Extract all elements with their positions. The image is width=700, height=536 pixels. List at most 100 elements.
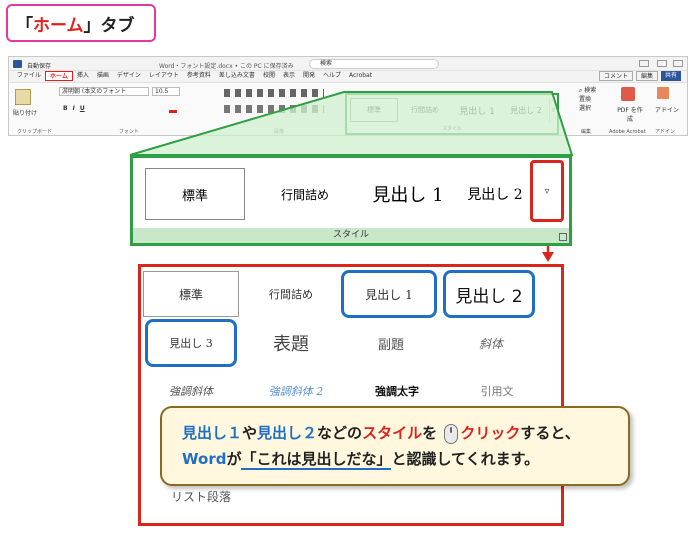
word-ribbon: 自動保存 Word・フォント設定.docx • この PC に保存済み 検索 フ… [8, 56, 688, 136]
gallery-quote[interactable]: 引用文 [447, 371, 547, 411]
open-quote: 「 [16, 15, 33, 36]
create-pdf-button[interactable]: PDF を作成 [615, 105, 645, 123]
find-button[interactable]: 検索 [584, 87, 596, 94]
close-icon[interactable] [673, 60, 683, 67]
minimize-icon[interactable] [639, 60, 649, 67]
click-text: クリック [460, 424, 521, 442]
select-button[interactable]: 選択 [579, 105, 591, 112]
callout-line-1: 見出し１や見出し２などのスタイルを クリックすると、 [182, 420, 628, 446]
styles-dialog-launcher-icon[interactable] [559, 233, 567, 241]
styles-gallery-mini: 標準 行間詰め 見出し 1 見出し 2 ▿ スタイル [345, 93, 559, 135]
style-normal-mini[interactable]: 標準 [350, 98, 398, 122]
font-color-icon[interactable] [169, 105, 177, 113]
callout-text: や [242, 424, 258, 442]
tab-layout[interactable]: レイアウト [145, 71, 183, 81]
tab-design[interactable]: デザイン [113, 71, 145, 81]
gallery-intense-emphasis[interactable]: 強調斜体 2 [241, 371, 351, 411]
styles-more-mini-icon[interactable]: ▿ [549, 98, 557, 122]
maximize-icon[interactable] [657, 60, 667, 67]
style-heading1-mini[interactable]: 見出し 1 [451, 98, 503, 122]
comment-button[interactable]: コメント [598, 71, 633, 81]
tab-help[interactable]: ヘルプ [319, 71, 345, 81]
tab-mailings[interactable]: 差し込み文書 [215, 71, 259, 81]
callout-line-2: Wordが「これは見出しだな」と認識してくれます。 [182, 446, 628, 472]
style-heading2-mini[interactable]: 見出し 2 [503, 98, 549, 122]
section-title: 「 ホーム 」 タブ [6, 4, 156, 42]
tab-draw[interactable]: 描画 [93, 71, 113, 81]
gallery-heading-1[interactable]: 見出し 1 [341, 270, 437, 318]
word-text: Word [182, 450, 227, 468]
style-heading-2[interactable]: 見出し 2 [455, 168, 535, 220]
quote-text: 「これは見出しだな」 [241, 450, 392, 470]
share-button[interactable]: 共有 [660, 71, 681, 81]
tab-suffix: タブ [100, 15, 135, 36]
home-label: ホーム [33, 15, 84, 36]
clipboard-group-label: クリップボード [17, 129, 53, 135]
gallery-heading-2[interactable]: 見出し 2 [443, 270, 535, 318]
paste-button[interactable]: 貼り付け [13, 108, 37, 117]
style-heading-1[interactable]: 見出し 1 [353, 168, 463, 220]
paragraph-group-label: 段落 [274, 129, 285, 135]
alignment-tools[interactable] [224, 105, 324, 113]
gallery-normal[interactable]: 標準 [143, 271, 239, 317]
ribbon-tabs: ファイル ホーム 挿入 描画 デザイン レイアウト 参考資料 差し込み文書 校閲… [9, 71, 687, 81]
callout-text: などの [317, 424, 363, 442]
style-text: スタイル [362, 424, 423, 442]
paste-icon[interactable] [15, 89, 31, 105]
edit-button[interactable]: 編集 [635, 71, 658, 81]
font-name-select[interactable]: 游明朝 (本文のフォント [59, 87, 149, 96]
find-icon: ⌕ [579, 87, 583, 94]
paragraph-tools[interactable] [224, 89, 324, 97]
underline-button[interactable]: U [80, 105, 85, 112]
callout-text: と認識してくれます。 [391, 450, 540, 468]
gallery-heading-3[interactable]: 見出し 3 [145, 319, 237, 367]
explanation-callout: 見出し１や見出し２などのスタイルを クリックすると、 Wordが「これは見出しだ… [160, 406, 630, 486]
acrobat-group-label: Adobe Acrobat [609, 129, 646, 135]
heading2-text: 見出し２ [257, 424, 318, 442]
tab-acrobat[interactable]: Acrobat [345, 71, 376, 81]
styles-group-label: スタイル [441, 126, 462, 132]
gallery-emphasis[interactable]: 斜体 [441, 319, 541, 367]
autosave-label[interactable]: 自動保存 [27, 61, 51, 70]
document-title: Word・フォント設定.docx • この PC に保存済み [159, 63, 294, 70]
styles-gallery-expanded: 標準 行間詰め 見出し 1 見出し 2 見出し 3 表題 副題 斜体 強調斜体 … [138, 264, 564, 526]
style-normal[interactable]: 標準 [145, 168, 245, 220]
gallery-subtitle[interactable]: 副題 [341, 319, 441, 367]
callout-text: が [226, 450, 242, 468]
heading1-text: 見出し１ [182, 424, 243, 442]
addin-group-label: アドイン [655, 129, 676, 135]
callout-text: を [422, 424, 438, 442]
gallery-title[interactable]: 表題 [241, 319, 341, 367]
mouse-icon [444, 423, 459, 444]
bold-button[interactable]: B [63, 105, 68, 112]
tab-insert[interactable]: 挿入 [73, 71, 93, 81]
close-quote: 」 [83, 15, 101, 36]
style-nospacing-mini[interactable]: 行間詰め [401, 98, 449, 122]
search-input[interactable]: 検索 [309, 59, 439, 69]
addin-icon[interactable] [657, 87, 669, 99]
font-group-label: フォント [119, 129, 140, 135]
editing-group-label: 編集 [581, 129, 592, 135]
tab-review[interactable]: 校閲 [259, 71, 279, 81]
styles-panel-zoomed: 標準 行間詰め 見出し 1 見出し 2 スタイル [130, 155, 572, 246]
tab-file[interactable]: ファイル [13, 71, 45, 81]
gallery-strong[interactable]: 強調太字 [347, 371, 447, 411]
gallery-subtle-emphasis[interactable]: 強調斜体 [141, 371, 241, 411]
styles-footer-label: スタイル [133, 228, 569, 243]
gallery-no-spacing[interactable]: 行間詰め [241, 271, 341, 317]
font-size-select[interactable]: 10.5 [152, 87, 180, 96]
callout-text: すると、 [520, 424, 580, 442]
replace-button[interactable]: 置換 [579, 96, 591, 103]
gallery-list-paragraph[interactable]: リスト段落 [151, 485, 251, 507]
pdf-icon[interactable] [621, 87, 635, 101]
italic-button[interactable]: I [73, 105, 75, 112]
tab-references[interactable]: 参考資料 [183, 71, 215, 81]
tab-developer[interactable]: 開発 [299, 71, 319, 81]
tab-home[interactable]: ホーム [45, 71, 73, 81]
title-bar: 自動保存 Word・フォント設定.docx • この PC に保存済み 検索 [9, 57, 687, 71]
word-app-icon [13, 60, 22, 68]
addin-button[interactable]: アドイン [655, 105, 679, 114]
tab-view[interactable]: 表示 [279, 71, 299, 81]
style-no-spacing[interactable]: 行間詰め [255, 168, 355, 220]
styles-more-button[interactable]: ▿ [530, 160, 564, 222]
